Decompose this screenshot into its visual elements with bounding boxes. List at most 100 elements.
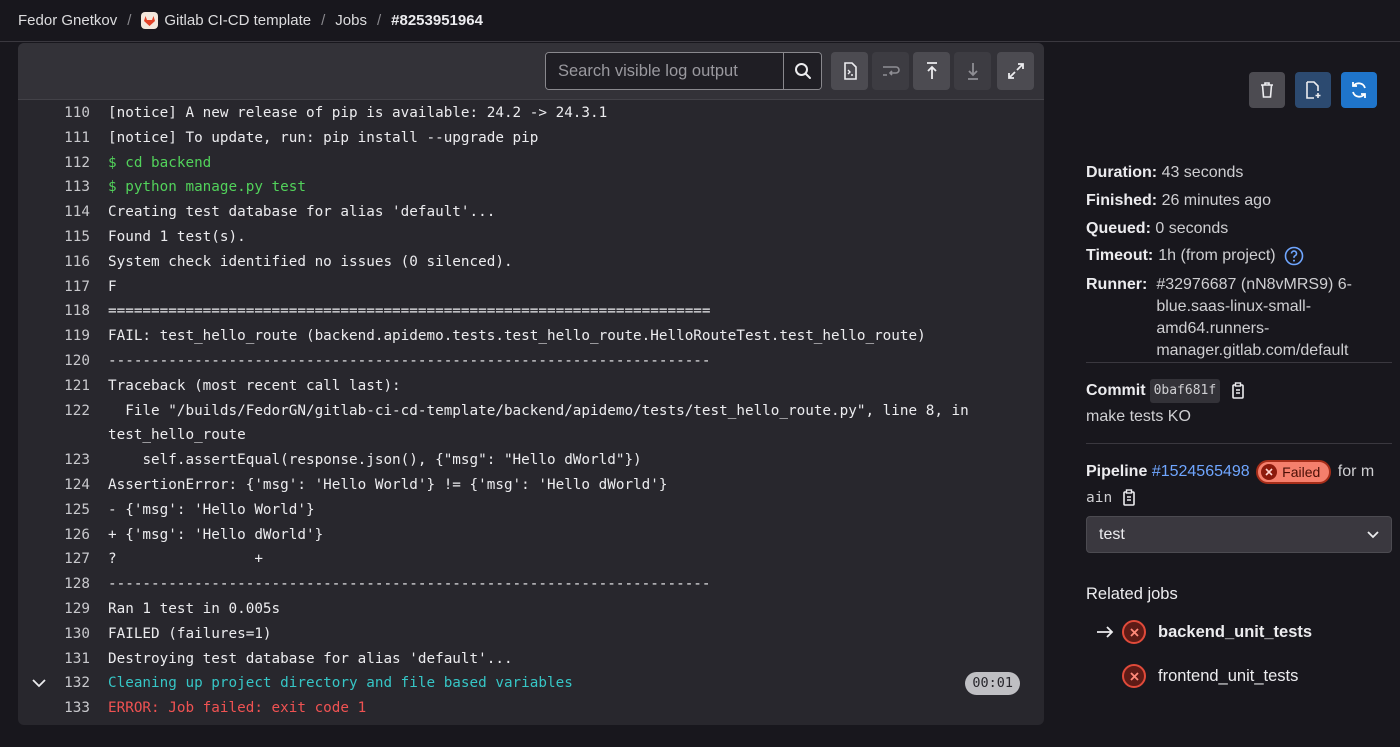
- related-job-item[interactable]: frontend_unit_tests: [1096, 664, 1298, 688]
- finished-value: 26 minutes ago: [1161, 192, 1271, 209]
- log-line-number[interactable]: 116: [18, 250, 90, 275]
- log-line: 112 $ cd backend: [18, 151, 1044, 176]
- runner-value-line: blue.saas-linux-small-: [1156, 298, 1312, 315]
- log-line-number[interactable]: 123: [18, 448, 90, 473]
- log-line: 122 File "/builds/FedorGN/gitlab-ci-cd-t…: [18, 399, 1044, 449]
- commit-message[interactable]: make tests KO: [1086, 406, 1191, 428]
- commit-sha[interactable]: 0baf681f: [1149, 379, 1221, 403]
- log-line-number[interactable]: 112: [18, 151, 90, 176]
- stage-select[interactable]: test: [1086, 516, 1392, 553]
- log-line-text: $ python manage.py test: [108, 179, 306, 196]
- finished-row: Finished: 26 minutes ago: [1086, 190, 1271, 212]
- log-line-text: Destroying test database for alias 'defa…: [108, 650, 513, 667]
- log-line-number[interactable]: 117: [18, 275, 90, 300]
- log-line-number[interactable]: 118: [18, 299, 90, 324]
- log-line-text: ? +: [108, 551, 263, 568]
- show-raw-button[interactable]: [831, 52, 868, 90]
- runner-value-line: manager.gitlab.com/default: [1156, 342, 1349, 359]
- log-line-number[interactable]: 119: [18, 324, 90, 349]
- scroll-up-icon: [926, 62, 937, 79]
- log-line-number[interactable]: 122: [18, 399, 90, 449]
- erase-log-button[interactable]: [1249, 72, 1285, 108]
- breadcrumb-job-id[interactable]: #8253951964: [391, 12, 483, 29]
- log-search-input[interactable]: [546, 53, 784, 89]
- file-plus-icon: [1306, 81, 1321, 99]
- breadcrumb: Fedor Gnetkov / Gitlab CI-CD template / …: [0, 0, 1400, 42]
- current-job-arrow-icon: [1096, 626, 1122, 638]
- pipeline-label: Pipeline: [1086, 463, 1148, 480]
- duration-row: Duration: 43 seconds: [1086, 162, 1243, 184]
- log-search-button[interactable]: [783, 53, 821, 89]
- log-toolbar: [18, 43, 1044, 100]
- log-line-number[interactable]: 114: [18, 200, 90, 225]
- log-line-text: System check identified no issues (0 sil…: [108, 253, 513, 270]
- breadcrumb-user[interactable]: Fedor Gnetkov: [18, 12, 117, 29]
- log-line-number[interactable]: 126: [18, 523, 90, 548]
- log-line: 129 Ran 1 test in 0.005s: [18, 597, 1044, 622]
- log-line-number[interactable]: 132: [18, 671, 90, 696]
- log-line-number[interactable]: 111: [18, 126, 90, 151]
- log-line-number[interactable]: 110: [18, 101, 90, 126]
- related-job-item[interactable]: backend_unit_tests: [1096, 620, 1312, 644]
- breadcrumb-separator: /: [321, 12, 326, 29]
- log-line-number[interactable]: 120: [18, 349, 90, 374]
- log-line-text: ERROR: Job failed: exit code 1: [108, 700, 367, 717]
- breadcrumb-jobs[interactable]: Jobs: [335, 12, 367, 29]
- log-line: 133 ERROR: Job failed: exit code 1: [18, 696, 1044, 721]
- pipeline-for-text: for m: [1337, 463, 1375, 480]
- log-search: [545, 52, 822, 90]
- runner-value: #32976687 (nN8vMRS9) 6- blue.saas-linux-…: [1156, 274, 1352, 362]
- retry-job-button[interactable]: [1341, 72, 1377, 108]
- log-line-number[interactable]: 128: [18, 572, 90, 597]
- collapse-section-chevron-icon[interactable]: [32, 671, 46, 696]
- queued-row: Queued: 0 seconds: [1086, 218, 1228, 240]
- wrap-lines-button[interactable]: [872, 52, 909, 90]
- scroll-to-bottom-button[interactable]: [954, 52, 991, 90]
- log-line-text: ----------------------------------------…: [108, 576, 711, 593]
- log-line-number[interactable]: 125: [18, 498, 90, 523]
- fullscreen-button[interactable]: [997, 52, 1034, 90]
- log-line-number[interactable]: 131: [18, 647, 90, 672]
- runner-value-line: amd64.runners-: [1156, 320, 1270, 337]
- log-line: 127 ? +: [18, 547, 1044, 572]
- pipeline-status-badge[interactable]: Failed: [1256, 459, 1332, 484]
- log-line-number[interactable]: 130: [18, 622, 90, 647]
- log-line-text: [notice] To update, run: pip install --u…: [108, 129, 539, 146]
- stage-select-value: test: [1099, 525, 1125, 543]
- log-output: 110 [notice] A new release of pip is avai…: [18, 101, 1044, 721]
- log-line-number[interactable]: 115: [18, 225, 90, 250]
- breadcrumb-project[interactable]: Gitlab CI-CD template: [141, 12, 311, 29]
- text-wrap-icon: [882, 66, 900, 76]
- commit-row: Commit 0baf681f: [1086, 379, 1246, 403]
- log-line-text: ========================================…: [108, 303, 711, 320]
- copy-branch-icon[interactable]: [1121, 489, 1137, 507]
- log-line-number[interactable]: 127: [18, 547, 90, 572]
- copy-icon[interactable]: [1230, 382, 1246, 400]
- log-line: 116 System check identified no issues (0 …: [18, 250, 1044, 275]
- runner-value-line: #32976687 (nN8vMRS9) 6-: [1156, 276, 1352, 293]
- section-duration-badge: 00:01: [965, 672, 1020, 696]
- scroll-to-top-button[interactable]: [913, 52, 950, 90]
- log-line-number[interactable]: 121: [18, 374, 90, 399]
- retry-icon: [1352, 82, 1366, 98]
- log-line-number[interactable]: 133: [18, 696, 90, 721]
- help-icon[interactable]: [1284, 246, 1304, 266]
- new-issue-button[interactable]: [1295, 72, 1331, 108]
- related-job-name: frontend_unit_tests: [1158, 666, 1299, 685]
- log-line-number[interactable]: 129: [18, 597, 90, 622]
- log-line: 128 -------------------------------------…: [18, 572, 1044, 597]
- queued-label: Queued:: [1086, 220, 1151, 237]
- log-line: 110 [notice] A new release of pip is avai…: [18, 101, 1044, 126]
- pipeline-link[interactable]: #1524565498: [1152, 463, 1250, 480]
- pipeline-branch[interactable]: ain: [1086, 490, 1112, 506]
- log-line-number[interactable]: 124: [18, 473, 90, 498]
- finished-label: Finished:: [1086, 192, 1158, 209]
- log-line-text: FAILED (failures=1): [108, 625, 272, 642]
- log-line-text: F: [108, 278, 117, 295]
- log-line: 125 - {'msg': 'Hello World'}: [18, 498, 1044, 523]
- log-line-text: Traceback (most recent call last):: [108, 377, 401, 394]
- related-job-name: backend_unit_tests: [1158, 622, 1313, 641]
- duration-value: 43 seconds: [1161, 164, 1244, 181]
- log-line-number[interactable]: 113: [18, 175, 90, 200]
- sidebar-divider: [1086, 443, 1392, 444]
